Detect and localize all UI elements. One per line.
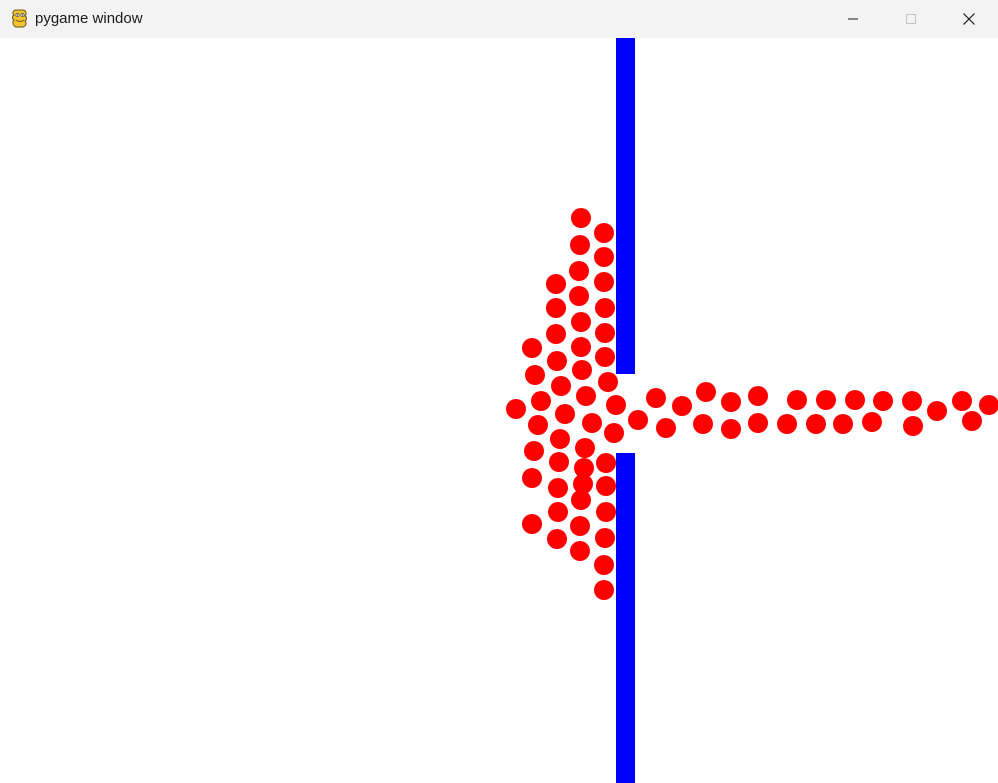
particle [604, 423, 624, 443]
minimize-icon [848, 18, 858, 20]
maximize-icon [906, 14, 916, 24]
particle [979, 395, 998, 415]
particle [873, 391, 893, 411]
maximize-button[interactable] [882, 0, 940, 38]
particle [594, 555, 614, 575]
particle [522, 468, 542, 488]
particle [903, 416, 923, 436]
particle [547, 529, 567, 549]
particle [569, 286, 589, 306]
particle [546, 274, 566, 294]
particle [606, 395, 626, 415]
particles-group [506, 208, 998, 600]
particle [721, 419, 741, 439]
particle [506, 399, 526, 419]
particle [571, 208, 591, 228]
particle [596, 502, 616, 522]
particle [570, 235, 590, 255]
particle [555, 404, 575, 424]
particle [548, 478, 568, 498]
particle [548, 502, 568, 522]
particle [522, 338, 542, 358]
close-icon [963, 13, 975, 25]
particle [594, 247, 614, 267]
particle [571, 490, 591, 510]
particle [672, 396, 692, 416]
particle [962, 411, 982, 431]
game-canvas[interactable] [0, 38, 998, 783]
particle [862, 412, 882, 432]
particle [594, 223, 614, 243]
pygame-window: pygame window [0, 0, 998, 783]
particle [845, 390, 865, 410]
window-title: pygame window [35, 10, 143, 27]
particle [596, 476, 616, 496]
particle [902, 391, 922, 411]
pygame-snake-icon [12, 9, 27, 28]
particle [595, 528, 615, 548]
particle [594, 272, 614, 292]
wall-upper [616, 38, 635, 374]
particle [816, 390, 836, 410]
particle [748, 413, 768, 433]
particle [549, 452, 569, 472]
particle [531, 391, 551, 411]
particle [595, 298, 615, 318]
particle [952, 391, 972, 411]
title-bar[interactable]: pygame window [0, 0, 998, 38]
particle [693, 414, 713, 434]
particle [524, 441, 544, 461]
particle [525, 365, 545, 385]
particle [646, 388, 666, 408]
minimize-button[interactable] [824, 0, 882, 38]
particle [550, 429, 570, 449]
scene-svg [506, 38, 998, 783]
particle [572, 360, 592, 380]
particle [569, 261, 589, 281]
particle [777, 414, 797, 434]
particle [594, 580, 614, 600]
particle [596, 453, 616, 473]
particle [570, 516, 590, 536]
particle [582, 413, 602, 433]
particle [721, 392, 741, 412]
particle [628, 410, 648, 430]
particle [551, 376, 571, 396]
particle [696, 382, 716, 402]
particle [522, 514, 542, 534]
particle [833, 414, 853, 434]
particle [806, 414, 826, 434]
particle [571, 312, 591, 332]
particle [787, 390, 807, 410]
particle [546, 298, 566, 318]
particle [571, 337, 591, 357]
particle [656, 418, 676, 438]
particle [748, 386, 768, 406]
particle [576, 386, 596, 406]
particle [598, 372, 618, 392]
particle [595, 323, 615, 343]
particle [546, 324, 566, 344]
particle [570, 541, 590, 561]
particle [575, 438, 595, 458]
particle [595, 347, 615, 367]
wall-lower [616, 453, 635, 783]
particle [528, 415, 548, 435]
particle [927, 401, 947, 421]
close-button[interactable] [940, 0, 998, 38]
particle [547, 351, 567, 371]
